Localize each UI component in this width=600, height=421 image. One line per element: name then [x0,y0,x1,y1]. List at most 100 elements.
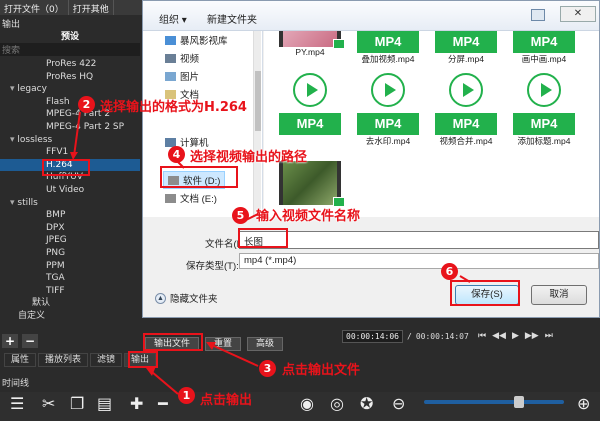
tree-group[interactable]: ▾ stills [0,197,140,210]
tree-item[interactable]: FFV1 [0,146,140,159]
tree-item-label: TIFF [46,285,65,296]
zoom-slider-knob[interactable] [514,396,524,408]
tab-playlist[interactable]: 播放列表 [38,353,89,367]
tree-item-label: Flash [46,96,70,107]
tree-item-label: PPM [46,260,65,271]
target-icon[interactable]: ◎ [330,394,344,413]
remove-preset-button[interactable]: − [22,334,38,348]
tree-group[interactable]: ▾ legacy [0,83,140,96]
current-timecode[interactable]: 00:00:14:06 [342,330,403,343]
tree-item-label: stills [17,197,38,208]
advanced-button[interactable]: 高级 [247,337,284,351]
file-item[interactable]: MP4 去水印.mp4 [350,71,426,147]
transport-controls: ⏮ ◀◀ ▶ ▶▶ ⏭ [478,331,553,341]
tab-filters[interactable]: 滤镜 [90,353,123,367]
cancel-button[interactable]: 取消 [531,285,587,305]
open-file-menu[interactable]: 打开文件（0） [0,0,69,15]
file-item[interactable]: MP4 [272,71,348,135]
cut-icon[interactable]: ✂ [42,394,55,413]
tree-item-label: 自定义 [18,310,46,321]
tree-item[interactable]: TIFF [0,285,140,298]
tree-item-label: 默认 [32,298,51,309]
tree-item-label: Ut Video [46,184,85,195]
tree-item-label: JPEG [46,235,67,246]
file-item[interactable]: PY.mp4 [272,31,348,57]
tree-item[interactable]: JPEG [0,234,140,247]
tree-item[interactable]: PPM [0,260,140,273]
nav-storm-library[interactable]: 暴风影视库 [165,33,228,47]
step-badge-2: 2 [78,96,95,113]
nav-videos[interactable]: 视频 [165,51,199,65]
annotation-5: 输入视频文件名称 [256,209,361,224]
append-icon[interactable]: ✚ [130,394,143,413]
file-item[interactable]: MP4 叠加视频.mp4 [350,31,426,65]
tree-group[interactable]: ▾ lossless [0,134,140,147]
hide-folders-toggle[interactable]: ▲ 隐藏文件夹 [155,291,218,305]
open-other-menu[interactable]: 打开其他 [69,0,114,15]
drive-icon [165,193,176,203]
timeline-toolbar: ☰ ✂ ❐ ▤ ✚ ━ ◉ ◎ ✪ ⊖ ⊕ [0,392,600,421]
filetype-select[interactable]: mp4 (*.mp4) [239,253,599,269]
search-input[interactable]: 搜索 [0,43,140,56]
tree-item[interactable]: ProRes HQ [0,71,140,84]
star-icon[interactable]: ✪ [360,394,373,413]
step-badge-3: 3 [259,360,276,377]
skip-end-icon[interactable]: ⏭ [545,331,553,341]
zoom-out-icon[interactable]: ⊖ [392,394,405,413]
tree-item[interactable]: MPEG-4 Part 2 SP [0,121,140,134]
file-item[interactable]: MP4 分屏.mp4 [428,31,504,65]
tree-item-label: MPEG-4 Part 2 SP [46,121,125,132]
tree-item-label: lossless [17,134,53,145]
top-menu: 打开文件（0） 打开其他 [0,0,145,15]
nav-scrollbar-thumb[interactable] [255,71,261,131]
video-thumbnail [279,161,345,207]
nav-pictures[interactable]: 图片 [165,69,199,83]
file-item[interactable]: MP4 添加标题.mp4 [506,71,582,147]
close-button[interactable]: ✕ [560,6,596,22]
add-preset-button[interactable]: + [2,334,18,348]
annotation-3: 点击输出文件 [282,363,361,378]
video-badge-icon [333,39,345,49]
forward-icon[interactable]: ▶▶ [525,331,539,341]
step-badge-1: 1 [178,387,195,404]
tree-item[interactable]: TGA [0,272,140,285]
tree-item[interactable]: ProRes 422 [0,58,140,71]
tree-item-label: BMP [46,210,66,221]
tree-item[interactable]: Ut Video [0,184,140,197]
organize-menu[interactable]: 组织 ▾ [159,11,187,26]
dialog-toolbar: 组织 ▾ 新建文件夹 ? [143,1,599,31]
tree-item[interactable]: 自定义 [0,310,140,323]
zoom-slider[interactable] [424,396,564,408]
mp4-file-icon: MP4 [513,71,575,135]
menu-icon[interactable]: ☰ [10,394,24,413]
skip-start-icon[interactable]: ⏮ [478,331,486,341]
play-icon[interactable]: ▶ [512,331,519,341]
file-item[interactable]: MP4 视频合并.mp4 [428,71,504,147]
tree-group[interactable]: 默认 [0,297,140,310]
step-badge-4: 4 [168,146,185,163]
timecode-separator: / [406,332,412,341]
copy-icon[interactable]: ❐ [70,394,84,413]
tree-item[interactable]: BMP [0,209,140,222]
ripple-icon[interactable]: ◉ [300,394,314,413]
highlight-export-tab [128,351,158,368]
remove-icon[interactable]: ━ [158,394,168,413]
zoom-in-icon[interactable]: ⊕ [577,394,590,413]
annotation-1: 点击输出 [200,393,253,408]
tab-properties[interactable]: 属性 [4,353,37,367]
nav-drive-e[interactable]: 文档 (E:) [165,191,217,205]
tree-item-label: ProRes HQ [46,71,94,82]
tree-item[interactable]: PNG [0,247,140,260]
view-options-icon[interactable] [531,9,545,21]
tree-item[interactable]: DPX [0,222,140,235]
arrow-line [151,371,179,395]
file-item[interactable]: MP4 画中画.mp4 [506,31,582,65]
file-item[interactable] [272,161,348,207]
step-badge-6: 6 [441,263,458,280]
paste-icon[interactable]: ▤ [97,394,112,413]
rewind-icon[interactable]: ◀◀ [492,331,506,341]
new-folder-button[interactable]: 新建文件夹 [207,11,257,26]
nav-scrollbar[interactable] [253,31,261,217]
reset-button[interactable]: 重置 [205,337,242,351]
filename-input[interactable]: 长图 [239,231,599,249]
